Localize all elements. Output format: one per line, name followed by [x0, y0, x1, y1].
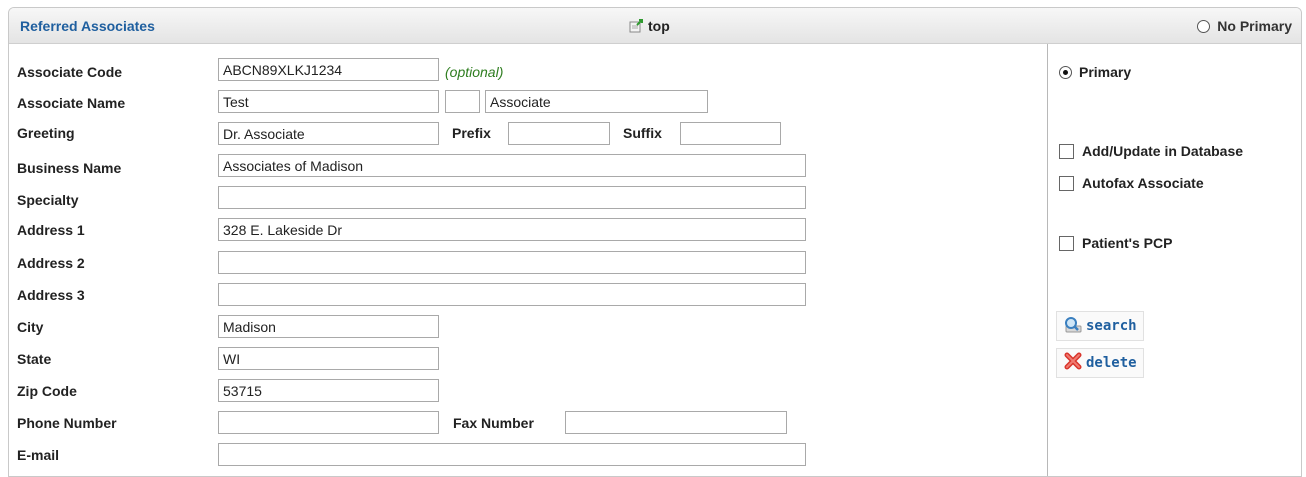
associate-middle-initial-input[interactable] [445, 90, 480, 113]
search-button[interactable]: search [1056, 311, 1144, 341]
red-x-icon [1064, 352, 1082, 370]
associate-name-label: Associate Name [17, 95, 126, 111]
prefix-input[interactable] [508, 122, 610, 145]
suffix-input[interactable] [680, 122, 781, 145]
panel-title: Referred Associates [20, 18, 155, 34]
no-primary-option[interactable]: No Primary [1197, 18, 1292, 34]
panel-header: Referred Associates top No Primary [9, 8, 1301, 44]
add-update-label: Add/Update in Database [1082, 143, 1244, 159]
add-update-checkbox[interactable] [1059, 144, 1074, 159]
state-input[interactable] [218, 347, 439, 370]
fax-number-label: Fax Number [453, 415, 534, 431]
specialty-label: Specialty [17, 192, 79, 208]
city-label: City [17, 319, 44, 335]
phone-number-label: Phone Number [17, 415, 117, 431]
associate-code-label: Associate Code [17, 64, 123, 80]
address1-input[interactable] [218, 218, 806, 241]
patients-pcp-label: Patient's PCP [1082, 235, 1173, 251]
prefix-label: Prefix [452, 125, 491, 141]
top-link-label: top [648, 18, 670, 34]
delete-button[interactable]: delete [1056, 348, 1144, 378]
address3-input[interactable] [218, 283, 806, 306]
referred-associates-panel: Referred Associates top No Primary Assoc… [8, 7, 1302, 477]
page-up-arrow-icon [629, 19, 643, 33]
autofax-checkbox[interactable] [1059, 176, 1074, 191]
delete-button-label: delete [1086, 355, 1137, 371]
greeting-input[interactable] [218, 122, 439, 145]
zip-code-label: Zip Code [17, 383, 77, 399]
greeting-label: Greeting [17, 125, 75, 141]
address2-input[interactable] [218, 251, 806, 274]
no-primary-label: No Primary [1217, 18, 1292, 34]
autofax-option[interactable]: Autofax Associate [1059, 175, 1204, 191]
address1-label: Address 1 [17, 222, 85, 238]
business-name-input[interactable] [218, 154, 806, 177]
business-name-label: Business Name [17, 160, 122, 176]
state-label: State [17, 351, 52, 367]
search-button-label: search [1086, 318, 1137, 334]
no-primary-radio[interactable] [1197, 20, 1211, 33]
associate-code-hint: (optional) [445, 64, 504, 80]
email-label: E-mail [17, 447, 60, 463]
magnifier-icon [1065, 317, 1082, 333]
address2-label: Address 2 [17, 255, 85, 271]
primary-radio[interactable] [1059, 66, 1072, 79]
email-input[interactable] [218, 443, 806, 466]
city-input[interactable] [218, 315, 439, 338]
patients-pcp-checkbox[interactable] [1059, 236, 1074, 251]
suffix-label: Suffix [623, 125, 662, 141]
autofax-label: Autofax Associate [1082, 175, 1204, 191]
primary-label: Primary [1079, 64, 1132, 80]
primary-option[interactable]: Primary [1059, 64, 1131, 80]
patients-pcp-option[interactable]: Patient's PCP [1059, 235, 1172, 251]
top-link[interactable]: top [629, 18, 670, 34]
fax-number-input[interactable] [565, 411, 787, 434]
zip-code-input[interactable] [218, 379, 439, 402]
phone-number-input[interactable] [218, 411, 439, 434]
vertical-divider [1047, 44, 1048, 476]
associate-first-name-input[interactable] [218, 90, 439, 113]
associate-code-input[interactable] [218, 58, 439, 81]
specialty-input[interactable] [218, 186, 806, 209]
associate-last-name-input[interactable] [485, 90, 708, 113]
address3-label: Address 3 [17, 287, 85, 303]
add-update-option[interactable]: Add/Update in Database [1059, 143, 1243, 159]
